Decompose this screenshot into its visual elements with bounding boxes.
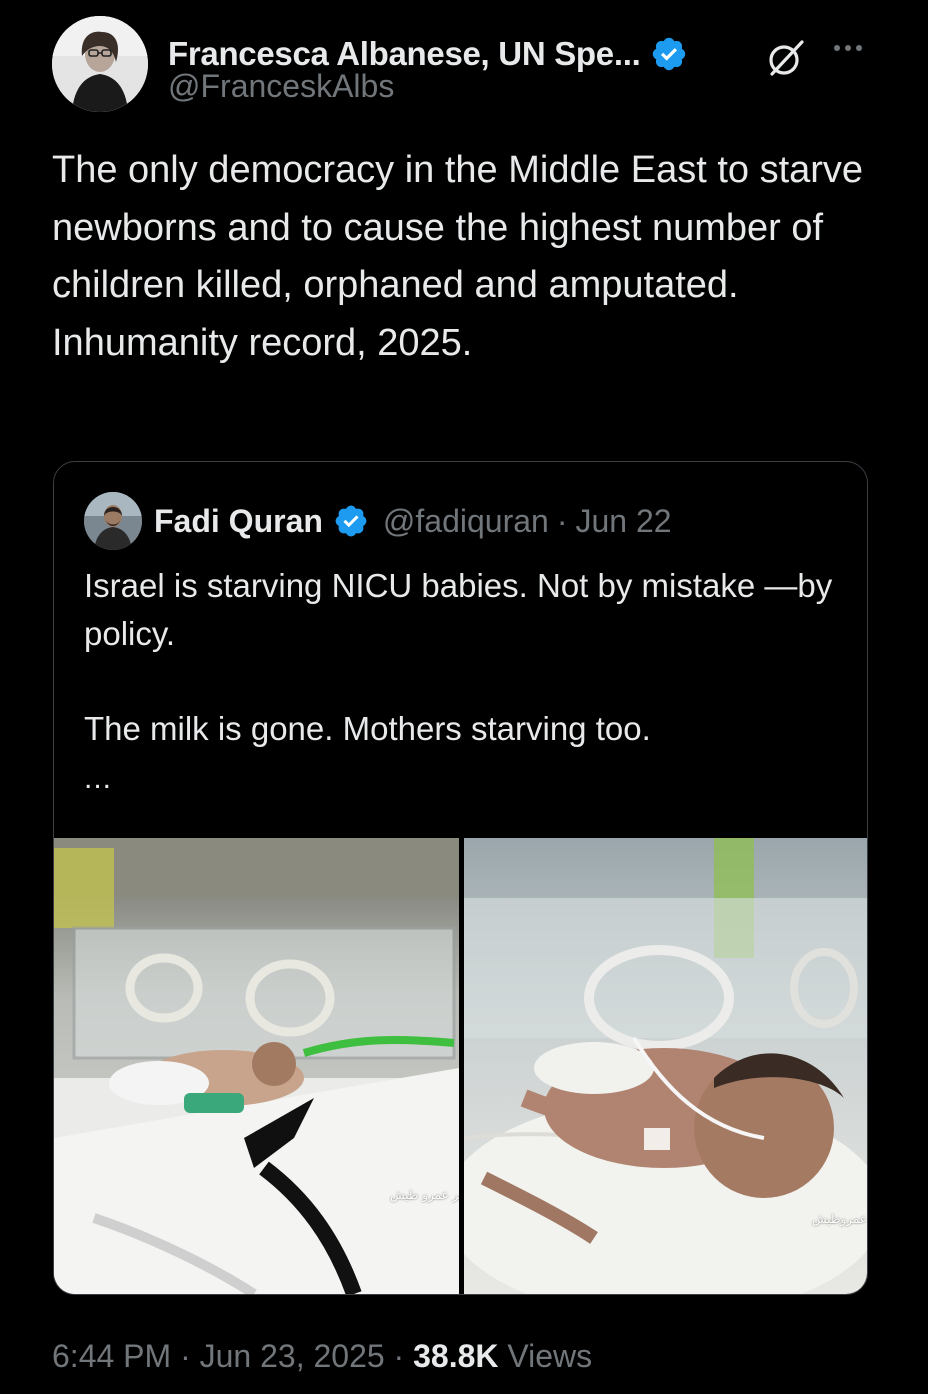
- tweet-text: The only democracy in the Middle East to…: [52, 149, 864, 364]
- tweet-header: Francesca Albanese, UN Spe... @FranceskA…: [52, 16, 892, 112]
- author-handle[interactable]: @FranceskAlbs: [168, 68, 394, 105]
- tweet-meta: 6:44 PM · Jun 23, 2025 · 38.8K Views: [52, 1338, 592, 1375]
- meta-separator-2: ·: [393, 1338, 405, 1374]
- quoted-media-grid: ير عمرو طيش عمروطيش: [54, 838, 867, 1294]
- quoted-author-avatar: [84, 492, 142, 550]
- quoted-tweet-header: Fadi Quran @fadiquran · Jun 22: [84, 492, 672, 550]
- more-options-icon[interactable]: [826, 26, 870, 70]
- tweet-time[interactable]: 6:44 PM: [52, 1338, 171, 1374]
- grok-icon[interactable]: [764, 36, 808, 80]
- quoted-verified-badge-icon: [333, 503, 369, 539]
- photo-1-watermark: ير عمرو طيش: [390, 1188, 459, 1202]
- views-count[interactable]: 38.8K: [413, 1338, 498, 1374]
- quoted-author-handle[interactable]: @fadiquran: [383, 503, 549, 540]
- views-label[interactable]: Views: [507, 1338, 592, 1374]
- quoted-photo-1[interactable]: ير عمرو طيش: [54, 838, 459, 1294]
- author-avatar[interactable]: [52, 16, 148, 112]
- tweet-date[interactable]: Jun 23, 2025: [200, 1338, 385, 1374]
- quoted-show-more-ellipsis[interactable]: ...: [84, 762, 112, 796]
- quoted-tweet-text: Israel is starving NICU babies. Not by m…: [84, 567, 833, 747]
- quoted-author-name[interactable]: Fadi Quran: [154, 503, 323, 540]
- verified-badge-icon[interactable]: [650, 35, 688, 73]
- quoted-tweet-card[interactable]: Fadi Quran @fadiquran · Jun 22 Israel is…: [53, 461, 868, 1295]
- quoted-separator: ·: [556, 502, 568, 539]
- quoted-date[interactable]: Jun 22: [575, 503, 671, 540]
- meta-separator-1: ·: [180, 1338, 191, 1374]
- quoted-photo-2[interactable]: عمروطيش: [464, 838, 867, 1294]
- photo-2-watermark: عمروطيش: [812, 1212, 867, 1226]
